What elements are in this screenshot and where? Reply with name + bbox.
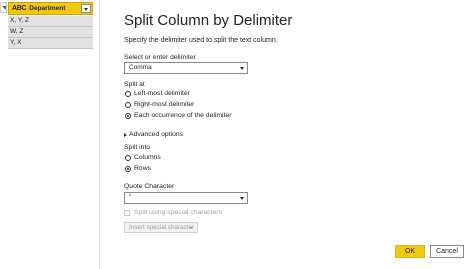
radio-each-occurrence[interactable]: Each occurrence of the delimiter <box>125 112 231 119</box>
advanced-options-label: Advanced options <box>129 131 184 138</box>
table-row[interactable]: Y, X <box>8 38 93 49</box>
split-at-label: Split at <box>124 81 145 88</box>
radio-label: Columns <box>134 154 161 161</box>
select-all-corner[interactable] <box>0 2 7 13</box>
chevron-down-icon <box>240 197 244 200</box>
radio-columns[interactable]: Columns <box>125 154 161 161</box>
chevron-down-icon <box>240 67 244 70</box>
table-row[interactable]: W, Z <box>8 27 93 38</box>
radio-label: Rows <box>134 165 151 172</box>
radio-right-most[interactable]: Right-most delimiter <box>125 101 194 108</box>
insert-special-character-label: Insert special character <box>129 224 195 231</box>
corner-triangle-icon <box>2 6 6 10</box>
split-column-dialog: Split Column by Delimiter Specify the de… <box>112 0 474 269</box>
radio-label: Each occurrence of the delimiter <box>134 112 232 119</box>
column-filter-dropdown-icon[interactable] <box>81 4 91 13</box>
special-characters-checkbox-row[interactable]: Split using special characters <box>124 209 222 216</box>
delimiter-label: Select or enter delimiter <box>124 54 196 61</box>
radio-button-checked[interactable] <box>125 112 131 119</box>
radio-left-most[interactable]: Left-most delimiter <box>125 90 190 97</box>
cancel-button[interactable]: Cancel <box>430 245 464 258</box>
radio-button-checked[interactable] <box>125 165 131 172</box>
ok-button[interactable]: OK <box>395 245 425 258</box>
quote-character-label: Quote Character <box>124 183 175 190</box>
special-characters-checkbox[interactable] <box>124 209 130 216</box>
expand-triangle-icon <box>124 132 127 137</box>
text-type-icon[interactable]: ABC <box>12 5 27 12</box>
chevron-down-icon <box>189 227 193 229</box>
radio-button[interactable] <box>125 90 131 97</box>
insert-special-character-button[interactable]: Insert special character <box>124 222 198 233</box>
radio-label: Left-most delimiter <box>134 90 190 97</box>
radio-label: Right-most delimiter <box>134 101 195 108</box>
table-row[interactable]: X, Y, Z <box>8 16 93 27</box>
dialog-subtitle: Specify the delimiter used to split the … <box>124 37 278 44</box>
special-characters-label: Split using special characters <box>134 209 223 216</box>
radio-button[interactable] <box>125 101 131 108</box>
advanced-options-toggle[interactable]: Advanced options <box>124 131 183 138</box>
column-header-department[interactable]: ABC Department <box>8 2 93 15</box>
delimiter-value: Comma <box>129 64 152 71</box>
delimiter-dropdown[interactable]: Comma <box>124 62 248 74</box>
dialog-title: Split Column by Delimiter <box>124 12 293 29</box>
data-grid: ABC Department X, Y, Z W, Z Y, X <box>0 0 100 269</box>
quote-character-value: " <box>129 194 132 201</box>
radio-rows[interactable]: Rows <box>125 165 151 172</box>
quote-character-dropdown[interactable]: " <box>124 192 248 204</box>
radio-button[interactable] <box>125 154 131 161</box>
column-title: Department <box>29 5 66 12</box>
split-into-label: Split into <box>124 144 151 151</box>
